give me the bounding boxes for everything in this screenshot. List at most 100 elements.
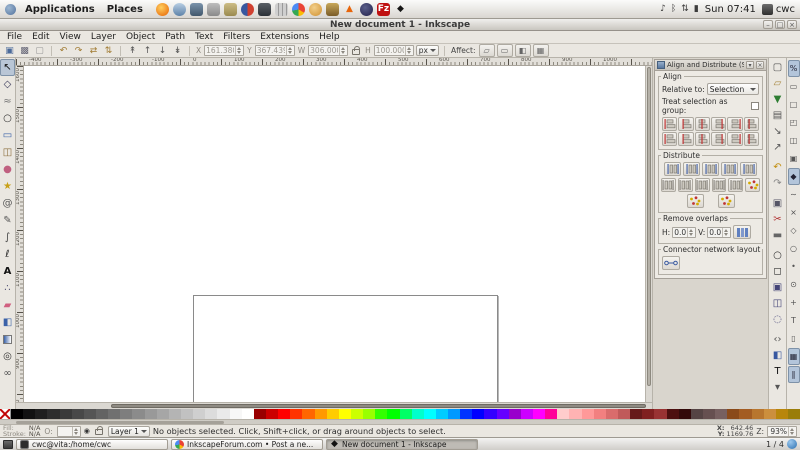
color-swatch[interactable] [460, 409, 473, 419]
snap-cusp-nodes-toggle[interactable]: ◇ [788, 222, 800, 239]
treat-group-checkbox[interactable] [751, 102, 759, 110]
align-top-to-bottom-anchor-button[interactable] [727, 132, 743, 146]
menu-path[interactable]: Path [160, 32, 190, 42]
select-all-button[interactable]: ▣ [3, 45, 16, 57]
menu-edit[interactable]: Edit [27, 32, 54, 42]
cut-button[interactable]: ✂ [770, 211, 786, 227]
panel-titlebar[interactable]: Align and Distribute (Shif... ▾ × [655, 60, 766, 71]
rectangle-tool-icon[interactable]: ▭ [0, 127, 15, 144]
network-icon[interactable]: ⇅ [681, 4, 689, 14]
color-swatch[interactable] [569, 409, 582, 419]
color-swatch[interactable] [241, 409, 254, 419]
clock[interactable]: Sun 07:41 [705, 4, 756, 15]
color-swatch[interactable] [715, 409, 728, 419]
color-swatch[interactable] [59, 409, 72, 419]
distribute-centers-v-button[interactable] [677, 178, 693, 192]
filezilla-launcher-icon[interactable]: Fz [376, 2, 390, 16]
save-document-button[interactable]: ▼ [770, 91, 786, 107]
snap-guides-toggle[interactable]: ∥ [787, 366, 800, 383]
eraser-tool-icon[interactable]: ▰ [0, 297, 15, 314]
node-tool-icon[interactable]: ◇ [0, 76, 15, 93]
color-swatch[interactable] [448, 409, 461, 419]
maximize-button[interactable]: □ [775, 20, 785, 29]
print-document-button[interactable]: ▤ [770, 107, 786, 123]
firefox-launcher-icon[interactable] [155, 2, 169, 16]
eclipse-launcher-icon[interactable] [359, 2, 373, 16]
affect-scale-corners-toggle[interactable]: ▭ [496, 44, 513, 57]
undo-button[interactable]: ↶ [770, 159, 786, 175]
distribute-right-edges-button[interactable] [702, 162, 719, 176]
color-swatch[interactable] [642, 409, 655, 419]
color-swatch[interactable] [193, 409, 206, 419]
color-swatch[interactable] [95, 409, 109, 419]
snap-bbox-edges-toggle[interactable]: □ [788, 96, 800, 113]
align-bottom-edges-button[interactable] [710, 132, 727, 146]
no-color-swatch[interactable] [0, 409, 11, 419]
affect-move-patterns-toggle[interactable]: ▦ [532, 44, 549, 57]
tweak-tool-icon[interactable]: ≈ [0, 93, 15, 110]
places-menu[interactable]: Places [104, 4, 146, 15]
vertical-scrollbar-thumb[interactable] [647, 67, 651, 387]
duplicate-button[interactable]: ▣ [770, 279, 786, 295]
pencil-tool-icon[interactable]: ✎ [0, 212, 15, 229]
height-input[interactable]: 100.000 [373, 45, 414, 56]
rotate-90-ccw-button[interactable]: ↶ [57, 45, 70, 57]
color-swatch[interactable] [630, 409, 643, 419]
star-tool-icon[interactable]: ★ [0, 178, 15, 195]
color-swatch[interactable] [375, 409, 388, 419]
snap-object-centers-toggle[interactable]: ⊙ [788, 276, 800, 293]
screen-tool-launcher-icon[interactable] [257, 2, 271, 16]
distribute-left-edges-button[interactable] [664, 162, 681, 176]
color-swatch[interactable] [788, 409, 800, 419]
palette-scrollbar-thumb[interactable] [16, 421, 224, 424]
color-swatch[interactable] [763, 409, 776, 419]
menu-layer[interactable]: Layer [86, 32, 121, 42]
email-client-launcher-icon[interactable] [172, 2, 186, 16]
color-swatch[interactable] [666, 409, 679, 419]
color-swatch[interactable] [132, 409, 145, 419]
color-swatch[interactable] [338, 409, 351, 419]
color-swatch[interactable] [533, 409, 546, 419]
randomize-centers-button[interactable] [686, 194, 704, 208]
color-swatch[interactable] [35, 409, 48, 419]
gradient-tool-icon[interactable] [0, 331, 15, 348]
calligraphy-tool-icon[interactable]: ℓ [0, 246, 15, 263]
raise-button[interactable]: ↑ [141, 45, 154, 57]
menu-object[interactable]: Object [121, 32, 160, 42]
text-dialog-button[interactable]: T [770, 363, 786, 379]
snap-midpoints-toggle[interactable]: • [788, 258, 800, 275]
color-swatch[interactable] [423, 409, 436, 419]
color-swatch[interactable] [484, 409, 497, 419]
open-document-button[interactable]: ▱ [770, 75, 786, 91]
select-all-in-all-layers-button[interactable]: ▩ [18, 45, 31, 57]
color-swatch[interactable] [508, 409, 521, 419]
distribute-top-edges-button[interactable] [661, 178, 676, 192]
color-swatch[interactable] [205, 409, 218, 419]
color-swatch[interactable] [71, 409, 84, 419]
affect-scale-stroke-toggle[interactable]: ▱ [478, 44, 495, 57]
workspace-grid-launcher-icon[interactable] [274, 2, 288, 16]
color-swatch[interactable] [253, 409, 266, 419]
trash-applet-icon[interactable] [787, 439, 797, 449]
connector-tool-icon[interactable]: ∞ [0, 365, 15, 382]
lock-ratio-icon[interactable] [352, 46, 361, 55]
align-top-edges-button[interactable] [678, 132, 694, 146]
color-swatch[interactable] [520, 409, 534, 419]
snap-bbox-corners-toggle[interactable]: ◰ [788, 114, 800, 131]
color-swatch[interactable] [703, 409, 716, 419]
overlap-v-input[interactable]: 0.0 [707, 226, 732, 238]
snap-path-intersections-toggle[interactable]: × [788, 204, 800, 221]
dropper-tool-icon[interactable]: ◎ [0, 348, 15, 365]
distribute-bottom-edges-button[interactable] [694, 178, 710, 192]
x-input[interactable]: 161.380 [204, 45, 245, 56]
spray-tool-icon[interactable]: ∴ [0, 280, 15, 297]
color-swatch[interactable] [350, 409, 364, 419]
horizontal-scrollbar[interactable] [16, 402, 652, 409]
align-left-edges-button[interactable] [678, 117, 694, 131]
cheese-launcher-icon[interactable] [308, 2, 322, 16]
exchange-positions-button[interactable] [745, 178, 760, 192]
unlink-clone-button[interactable]: ◌ [770, 311, 786, 327]
overlap-h-input[interactable]: 0.0 [672, 226, 697, 238]
fill-stroke-dialog-button[interactable]: ◧ [770, 347, 786, 363]
remove-overlaps-button[interactable] [733, 225, 752, 239]
